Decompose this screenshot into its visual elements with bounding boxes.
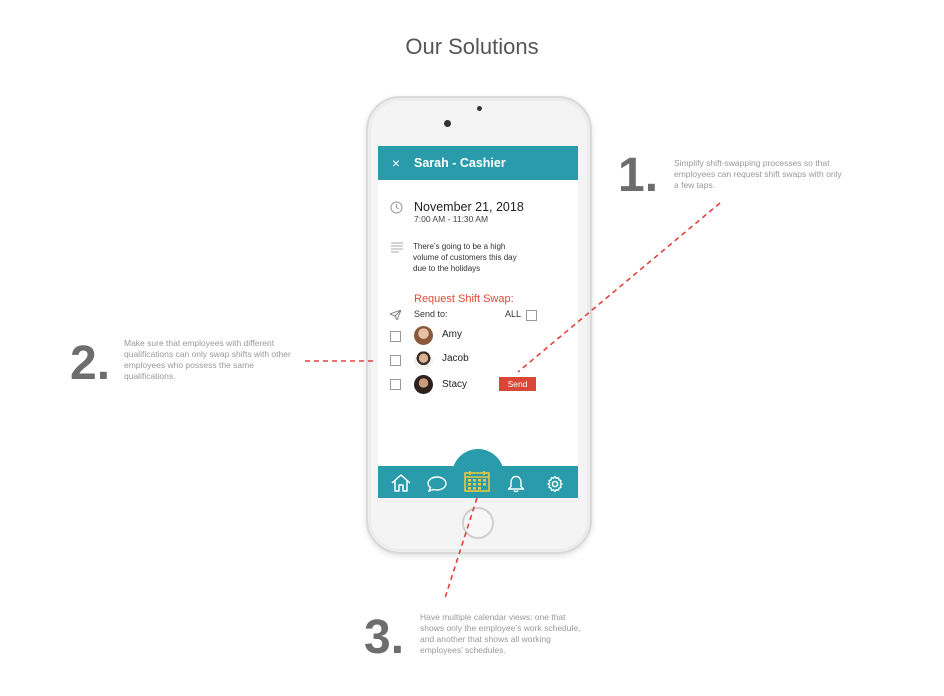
employee-checkbox-stacy[interactable] <box>390 379 401 390</box>
all-label: ALL <box>505 309 522 319</box>
chat-icon[interactable] <box>427 476 447 492</box>
employee-checkbox-amy[interactable] <box>390 331 401 342</box>
note-number-2: 2. <box>70 337 111 390</box>
avatar-stacy <box>414 375 433 394</box>
calendar-icon[interactable] <box>464 470 490 492</box>
send-to-label: Send to: <box>414 309 448 319</box>
note-text-2: Make sure that employees with different … <box>124 338 291 382</box>
shift-description: There’s going to be a high volume of cus… <box>413 242 517 274</box>
page-title: Our Solutions <box>405 34 539 59</box>
note-number-1: 1. <box>618 149 659 202</box>
note-text-1: Simplify shift-swapping processes so tha… <box>674 158 842 191</box>
send-button[interactable]: Send <box>499 377 536 391</box>
note-text-3: Have multiple calendar views: one that s… <box>420 612 581 656</box>
employee-checkbox-jacob[interactable] <box>390 355 401 366</box>
note-number-3: 3. <box>364 611 405 664</box>
phone-camera <box>444 120 451 127</box>
app-header: × Sarah - Cashier <box>378 146 578 180</box>
employee-name-jacob: Jacob <box>442 353 469 364</box>
close-icon[interactable]: × <box>378 155 414 171</box>
app-screen: × Sarah - Cashier November 21, 2018 7:00… <box>378 146 578 498</box>
bell-icon[interactable] <box>507 475 525 493</box>
shift-time: 7:00 AM - 11:30 AM <box>414 214 489 224</box>
avatar-amy <box>414 326 433 345</box>
all-checkbox[interactable] <box>526 310 537 321</box>
phone-speaker <box>477 106 482 111</box>
home-icon[interactable] <box>391 474 411 492</box>
shift-date: November 21, 2018 <box>414 200 524 214</box>
request-swap-title: Request Shift Swap: <box>414 293 514 305</box>
send-icon <box>390 310 401 320</box>
notes-icon <box>391 242 403 253</box>
app-title: Sarah - Cashier <box>414 156 506 170</box>
employee-name-amy: Amy <box>442 329 462 340</box>
clock-icon <box>390 201 403 214</box>
avatar-jacob <box>414 351 433 370</box>
employee-name-stacy: Stacy <box>442 379 468 390</box>
settings-icon[interactable] <box>546 475 564 493</box>
phone-home-button[interactable] <box>462 507 494 539</box>
